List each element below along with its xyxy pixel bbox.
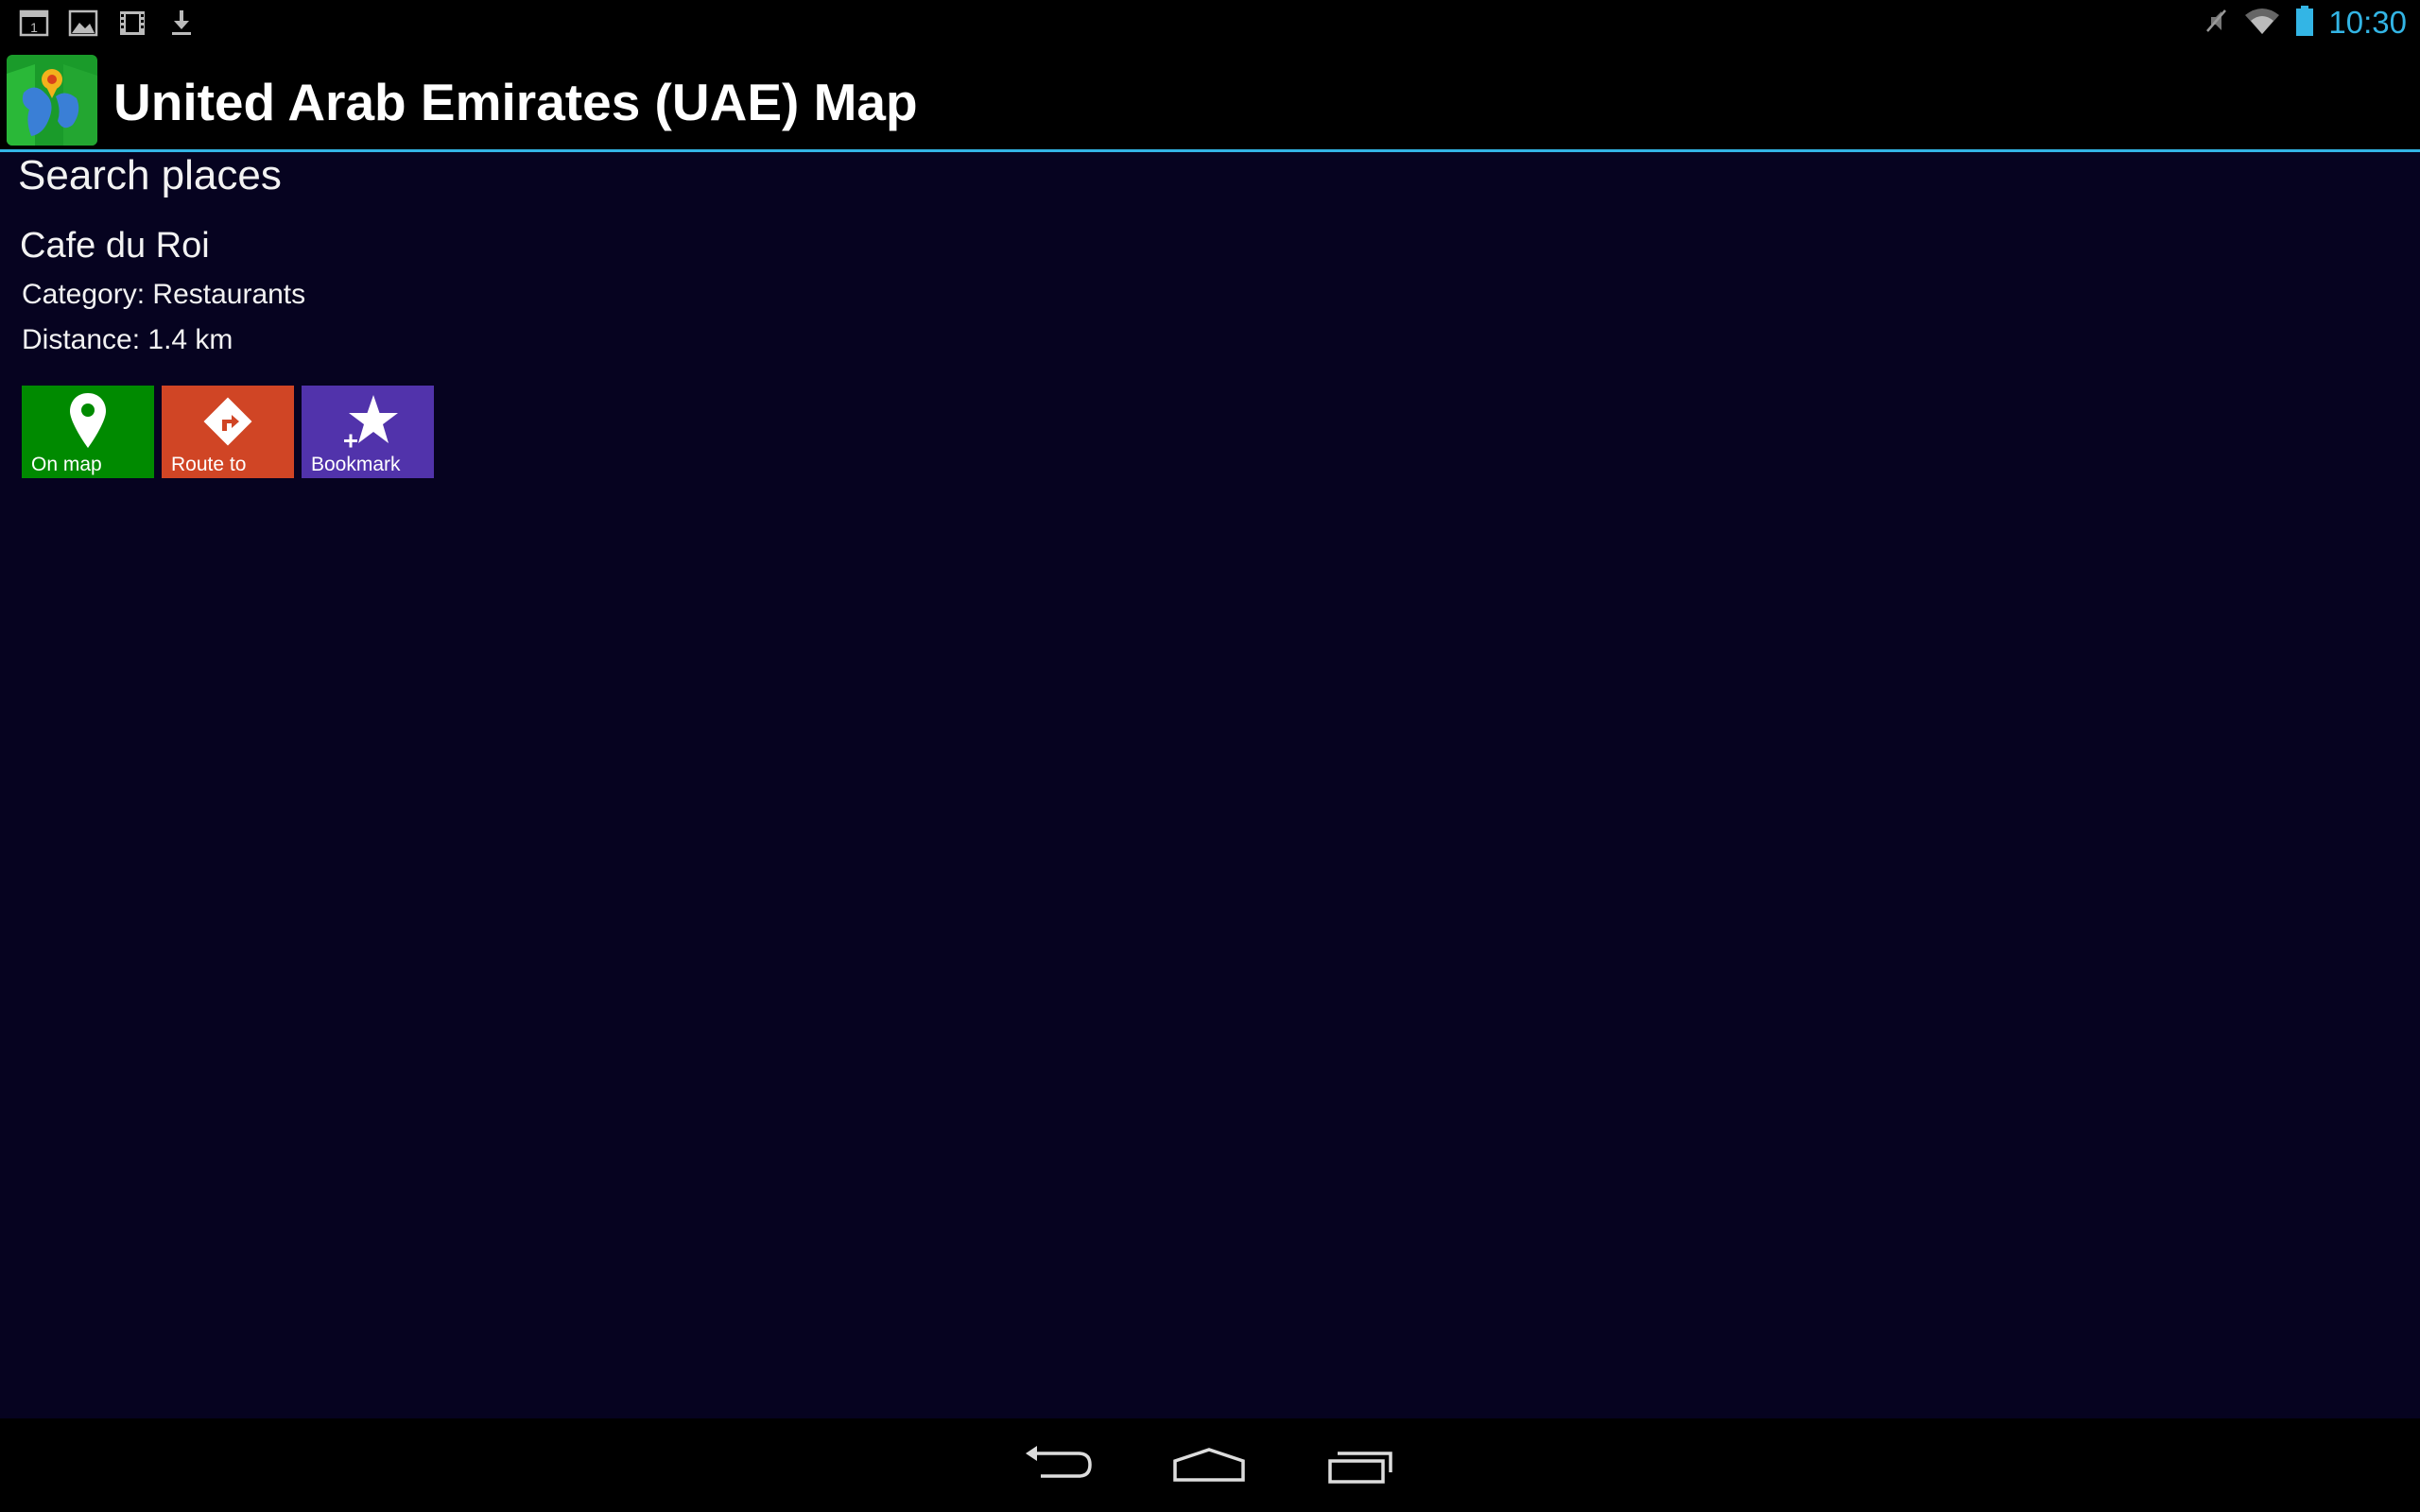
search-results-screen: Search places Cafe du Roi Category: Rest… bbox=[0, 152, 2420, 1418]
action-bar: United Arab Emirates (UAE) Map bbox=[0, 45, 2420, 152]
wifi-icon bbox=[2243, 6, 2281, 41]
map-app-icon[interactable] bbox=[7, 55, 97, 146]
notification-area: 1 bbox=[19, 6, 197, 40]
route-sign-icon bbox=[162, 391, 294, 454]
section-title: Search places bbox=[18, 152, 282, 198]
place-name: Cafe du Roi bbox=[20, 226, 210, 266]
route-to-label: Route to bbox=[171, 454, 247, 475]
mute-icon bbox=[2202, 7, 2230, 40]
download-icon bbox=[166, 8, 197, 38]
recent-apps-icon[interactable] bbox=[1320, 1439, 1405, 1490]
bookmark-button[interactable]: Bookmark bbox=[302, 386, 434, 478]
place-category: Category: Restaurants bbox=[22, 279, 306, 310]
calendar-icon: 1 bbox=[19, 8, 49, 38]
home-icon[interactable] bbox=[1167, 1439, 1252, 1490]
star-add-icon bbox=[302, 391, 434, 454]
calendar-day: 1 bbox=[30, 20, 38, 35]
back-icon[interactable] bbox=[1015, 1439, 1100, 1490]
system-tray: 10:30 bbox=[2202, 4, 2407, 42]
on-map-button[interactable]: On map bbox=[22, 386, 154, 478]
bookmark-label: Bookmark bbox=[311, 454, 401, 475]
map-pin-icon bbox=[22, 391, 154, 454]
place-distance: Distance: 1.4 km bbox=[22, 324, 233, 355]
on-map-label: On map bbox=[31, 454, 102, 475]
route-to-button[interactable]: Route to bbox=[162, 386, 294, 478]
status-bar: 1 10:30 bbox=[0, 0, 2420, 45]
app-title: United Arab Emirates (UAE) Map bbox=[113, 73, 918, 131]
battery-icon bbox=[2294, 5, 2315, 42]
image-icon bbox=[68, 8, 98, 38]
status-clock: 10:30 bbox=[2328, 5, 2407, 40]
film-icon bbox=[117, 8, 147, 38]
navigation-bar bbox=[0, 1418, 2420, 1512]
